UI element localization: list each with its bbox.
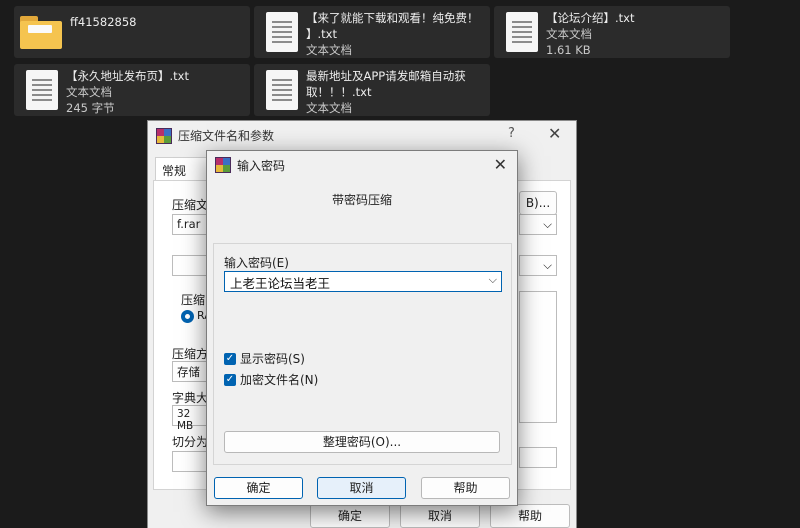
format-label: 压缩 — [181, 293, 206, 307]
file-tile[interactable]: 【论坛介绍】.txt 文本文档 1.61 KB — [494, 6, 730, 58]
encrypt-filenames-checkbox[interactable]: ✓ 加密文件名(N) — [224, 371, 318, 388]
file-name: 最新地址及APP请发邮箱自动获 — [306, 69, 466, 83]
file-size: 1.61 KB — [546, 43, 591, 57]
password-input[interactable]: 上老王论坛当老王 ⌵ — [224, 271, 502, 292]
dialog-heading: 带密码压缩 — [331, 193, 392, 207]
winrar-icon — [215, 157, 231, 173]
dictionary-label: 字典大 — [172, 391, 209, 405]
options-field[interactable] — [519, 447, 557, 468]
dialog-title: 压缩文件名和参数 — [178, 129, 275, 143]
show-password-checkbox[interactable]: ✓ 显示密码(S) — [224, 350, 305, 367]
close-icon[interactable]: ✕ — [548, 124, 561, 143]
password-dialog: 输入密码 ✕ 带密码压缩 输入密码(E) 上老王论坛当老王 ⌵ ✓ 显示密码(S… — [206, 150, 518, 506]
options-list — [519, 291, 557, 423]
format-radio[interactable] — [181, 310, 194, 323]
winrar-icon — [156, 127, 172, 144]
encrypt-filenames-label: 加密文件名(N) — [240, 373, 319, 387]
dialog-title-bar: 输入密码 — [207, 151, 517, 179]
ok-button[interactable]: 确定 — [214, 477, 303, 499]
password-value: 上老王论坛当老王 — [230, 276, 331, 291]
method-label: 压缩方 — [172, 347, 209, 361]
enter-password-label: 输入密码(E) — [224, 256, 289, 270]
archive-name-label: 压缩文 — [172, 198, 209, 212]
file-name: 【永久地址发布页】.txt — [66, 69, 189, 83]
chevron-down-icon[interactable]: ⌵ — [489, 273, 497, 287]
file-name: 【来了就能下载和观看！纯免费！ — [306, 11, 479, 25]
update-mode-dropdown[interactable]: ⌵ — [519, 255, 557, 276]
archive-name-dropdown[interactable]: ⌵ — [519, 214, 557, 235]
file-type: 文本文档 — [546, 27, 592, 41]
folder-tile[interactable]: ff41582858 — [14, 6, 250, 58]
help-icon[interactable]: ? — [508, 126, 515, 141]
close-icon[interactable]: ✕ — [494, 155, 507, 174]
text-document-icon — [266, 70, 298, 110]
checkmark-icon: ✓ — [224, 373, 236, 386]
file-type: 文本文档 — [306, 101, 352, 115]
file-size: 245 字节 — [66, 101, 115, 115]
file-name: 【论坛介绍】.txt — [546, 11, 635, 25]
organize-passwords-button[interactable]: 整理密码(O)... — [224, 431, 500, 453]
file-name-cont: 】.txt — [306, 27, 337, 41]
dialog-title-bar: 压缩文件名和参数 — [156, 127, 274, 144]
show-password-label: 显示密码(S) — [240, 352, 305, 366]
split-label: 切分为 — [172, 435, 209, 449]
dialog-title: 输入密码 — [237, 158, 286, 173]
help-button[interactable]: 帮助 — [421, 477, 510, 499]
text-document-icon — [506, 12, 538, 52]
file-type: 文本文档 — [66, 85, 112, 99]
file-tile[interactable]: 【永久地址发布页】.txt 文本文档 245 字节 — [14, 64, 250, 116]
file-name: ff41582858 — [70, 15, 137, 29]
file-name-cont: 取！！！.txt — [306, 85, 372, 99]
folder-icon — [20, 16, 62, 50]
cancel-button[interactable]: 取消 — [317, 477, 406, 499]
checkmark-icon: ✓ — [224, 352, 236, 365]
browse-button[interactable]: B)... — [519, 191, 557, 215]
ok-button[interactable]: 确定 — [310, 504, 390, 528]
cancel-button[interactable]: 取消 — [400, 504, 480, 528]
text-document-icon — [266, 12, 298, 52]
text-document-icon — [26, 70, 58, 110]
help-button[interactable]: 帮助 — [490, 504, 570, 528]
file-tile[interactable]: 最新地址及APP请发邮箱自动获 取！！！.txt 文本文档 — [254, 64, 490, 116]
file-tile[interactable]: 【来了就能下载和观看！纯免费！ 】.txt 文本文档 — [254, 6, 490, 58]
file-type: 文本文档 — [306, 43, 352, 57]
